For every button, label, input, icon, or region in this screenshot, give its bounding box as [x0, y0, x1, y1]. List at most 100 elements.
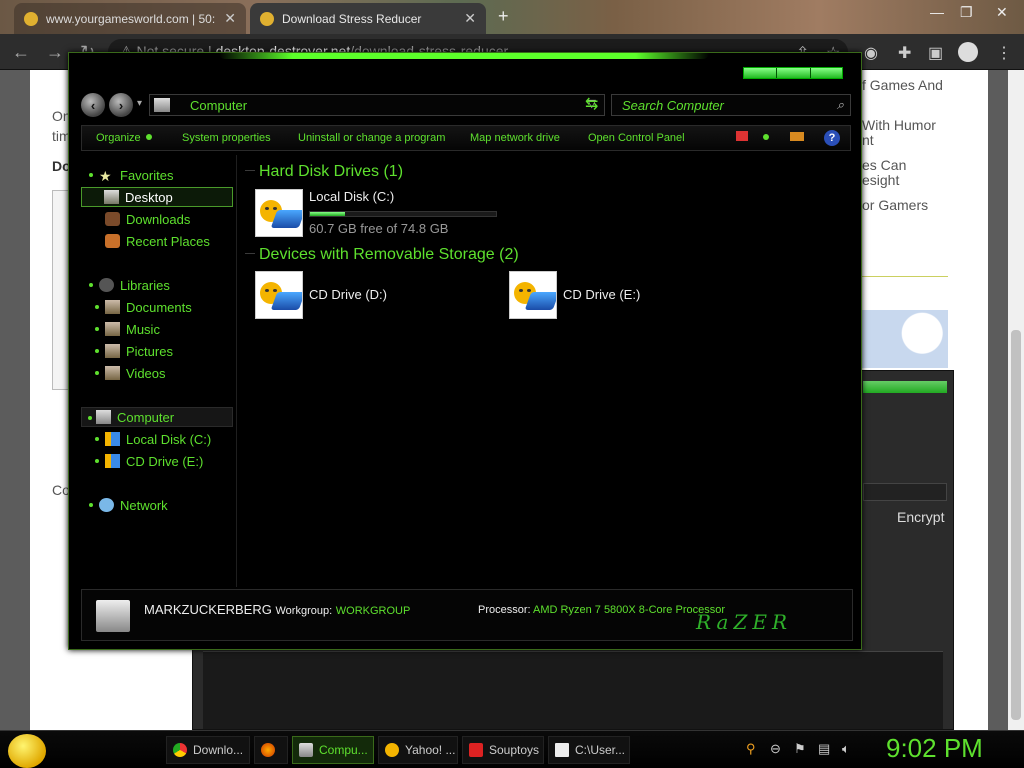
computer-icon	[96, 410, 111, 424]
nav-videos[interactable]: Videos	[95, 363, 166, 383]
group-header-removable-storage[interactable]: Devices with Removable Storage (2)	[245, 246, 519, 264]
forward-button[interactable]: ›	[109, 93, 133, 117]
tab-title: Download Stress Reducer	[282, 11, 422, 26]
nav-network[interactable]: Network	[89, 495, 168, 515]
taskbar-item-chrome[interactable]: Downlo...	[166, 736, 250, 764]
flag-icon[interactable]: ◉	[864, 43, 878, 63]
yahoo-smiley-icon	[385, 743, 399, 757]
disk-usage-bar	[309, 211, 497, 217]
cd-drive-e-icon[interactable]	[509, 271, 557, 319]
7zip-icon	[555, 743, 569, 757]
panel-grid	[203, 651, 943, 729]
volume-icon[interactable]: 🔈︎	[842, 741, 850, 757]
disk-usage-fill	[310, 212, 346, 216]
search-icon[interactable]: ⚲	[746, 741, 756, 757]
menu-dots-icon[interactable]: ⋮	[996, 43, 1012, 63]
nav-documents[interactable]: Documents	[95, 297, 192, 317]
close-tab-icon[interactable]: ✕	[464, 10, 476, 27]
taskbar-item-explorer[interactable]: Compu...	[292, 736, 374, 764]
nav-recent-places[interactable]: Recent Places	[105, 231, 210, 251]
address-field[interactable]: Computer ▽	[149, 94, 605, 116]
content-pane: Hard Disk Drives (1) Local Disk (C:) 60.…	[241, 157, 853, 587]
nav-desktop[interactable]: Desktop	[81, 187, 233, 207]
drive-icon	[105, 432, 120, 446]
page-link[interactable]: or Gamers	[862, 197, 928, 213]
close-tab-icon[interactable]: ✕	[224, 10, 236, 27]
nav-pictures[interactable]: Pictures	[95, 341, 173, 361]
page-link[interactable]: nt	[862, 132, 874, 148]
profile-avatar[interactable]	[958, 42, 978, 62]
taskbar-item-yahoo[interactable]: Yahoo! ...	[378, 736, 458, 764]
libraries-icon	[99, 278, 114, 292]
nav-music[interactable]: Music	[95, 319, 160, 339]
close-window-icon[interactable]: ✕	[996, 4, 1008, 21]
address-text: Computer	[190, 98, 248, 113]
computer-icon	[154, 98, 170, 112]
local-disk-c-icon[interactable]	[255, 189, 303, 237]
back-button[interactable]: ‹	[81, 93, 105, 117]
drive-icon	[105, 454, 120, 468]
refresh-icon[interactable]: ⇆	[585, 94, 598, 114]
page-link[interactable]: esight	[862, 172, 899, 188]
extensions-puzzle-icon[interactable]: ✚	[898, 43, 911, 63]
razer-logo: RaZER	[696, 610, 792, 634]
help-icon[interactable]: ?	[824, 130, 840, 146]
group-header-hard-disk-drives[interactable]: Hard Disk Drives (1)	[245, 163, 403, 181]
window-control-bar[interactable]	[863, 381, 947, 393]
local-disk-c-name[interactable]: Local Disk (C:)	[309, 189, 394, 204]
nav-cd-drive-e[interactable]: CD Drive (E:)	[95, 451, 203, 471]
preview-pane-icon[interactable]	[790, 132, 804, 141]
cd-drive-d-name[interactable]: CD Drive (D:)	[309, 287, 387, 302]
back-arrow-icon[interactable]: ←	[12, 42, 30, 63]
nav-computer[interactable]: Computer	[81, 407, 233, 427]
minus-circle-icon[interactable]: ⊖	[770, 741, 781, 757]
system-properties-button[interactable]: System properties	[182, 132, 271, 144]
dropdown-field[interactable]	[863, 483, 947, 501]
desktop-icon	[104, 190, 119, 204]
taskbar-clock[interactable]: 9:02 PM	[886, 733, 983, 764]
view-dot-icon[interactable]	[758, 132, 769, 144]
cd-drive-e-name[interactable]: CD Drive (E:)	[563, 287, 640, 302]
browser-tab-download-stress-reducer[interactable]: Download Stress Reducer ✕	[250, 3, 486, 34]
computer-icon	[299, 743, 313, 757]
search-input[interactable]: Search Computer ⌕	[611, 94, 851, 116]
page-link[interactable]: f Games And	[862, 77, 943, 93]
videos-icon	[105, 366, 120, 380]
recent-pages-chevron-icon[interactable]: ▾	[137, 98, 142, 109]
nav-libraries[interactable]: Libraries	[89, 275, 170, 295]
browser-tab-yourgamesworld[interactable]: www.yourgamesworld.com | 50: ✕	[14, 3, 246, 34]
documents-icon	[105, 300, 120, 314]
taskbar-item-firefox[interactable]	[254, 736, 288, 764]
page-scrollbar-thumb[interactable]	[1011, 330, 1021, 720]
uninstall-program-button[interactable]: Uninstall or change a program	[298, 132, 445, 144]
page-link[interactable]: With Humor	[862, 117, 936, 133]
site-favicon-icon	[260, 11, 274, 26]
site-favicon-icon	[24, 11, 38, 26]
taskbar-item-souptoys[interactable]: Souptoys	[462, 736, 544, 764]
window-controls[interactable]	[743, 67, 843, 79]
flag-alert-icon[interactable]: ⚑	[794, 741, 806, 757]
cd-drive-d-icon[interactable]	[255, 271, 303, 319]
search-icon[interactable]: ⌕	[837, 97, 844, 113]
disk-free-space: 60.7 GB free of 74.8 GB	[309, 221, 449, 236]
processor-info: Processor: AMD Ryzen 7 5800X 8-Core Proc…	[478, 604, 725, 616]
sidebar-icon[interactable]: ▣	[928, 43, 943, 63]
map-network-drive-button[interactable]: Map network drive	[470, 132, 560, 144]
new-tab-icon[interactable]: +	[498, 6, 509, 27]
page-link[interactable]: es Can	[862, 157, 906, 173]
nav-downloads[interactable]: Downloads	[105, 209, 190, 229]
view-options-icon[interactable]	[736, 131, 748, 141]
open-control-panel-button[interactable]: Open Control Panel	[588, 132, 685, 144]
start-button[interactable]	[8, 734, 46, 768]
taskbar-item-7zip[interactable]: C:\User...	[548, 736, 630, 764]
explorer-window: ‹ › ▾ Computer ▽ ⇆ Search Computer ⌕ Org…	[68, 52, 862, 650]
network-tray-icon[interactable]: ▤	[818, 741, 830, 757]
forward-arrow-icon[interactable]: →	[46, 42, 64, 63]
nav-favorites[interactable]: ★ Favorites	[89, 165, 173, 185]
nav-local-disk-c[interactable]: Local Disk (C:)	[95, 429, 211, 449]
divider	[862, 276, 948, 277]
minimize-icon[interactable]: —	[930, 4, 944, 20]
maximize-icon[interactable]: ❐	[960, 4, 973, 21]
organize-button[interactable]: Organize	[96, 132, 152, 144]
browser-tab-bar: www.yourgamesworld.com | 50: ✕ Download …	[0, 0, 1024, 34]
